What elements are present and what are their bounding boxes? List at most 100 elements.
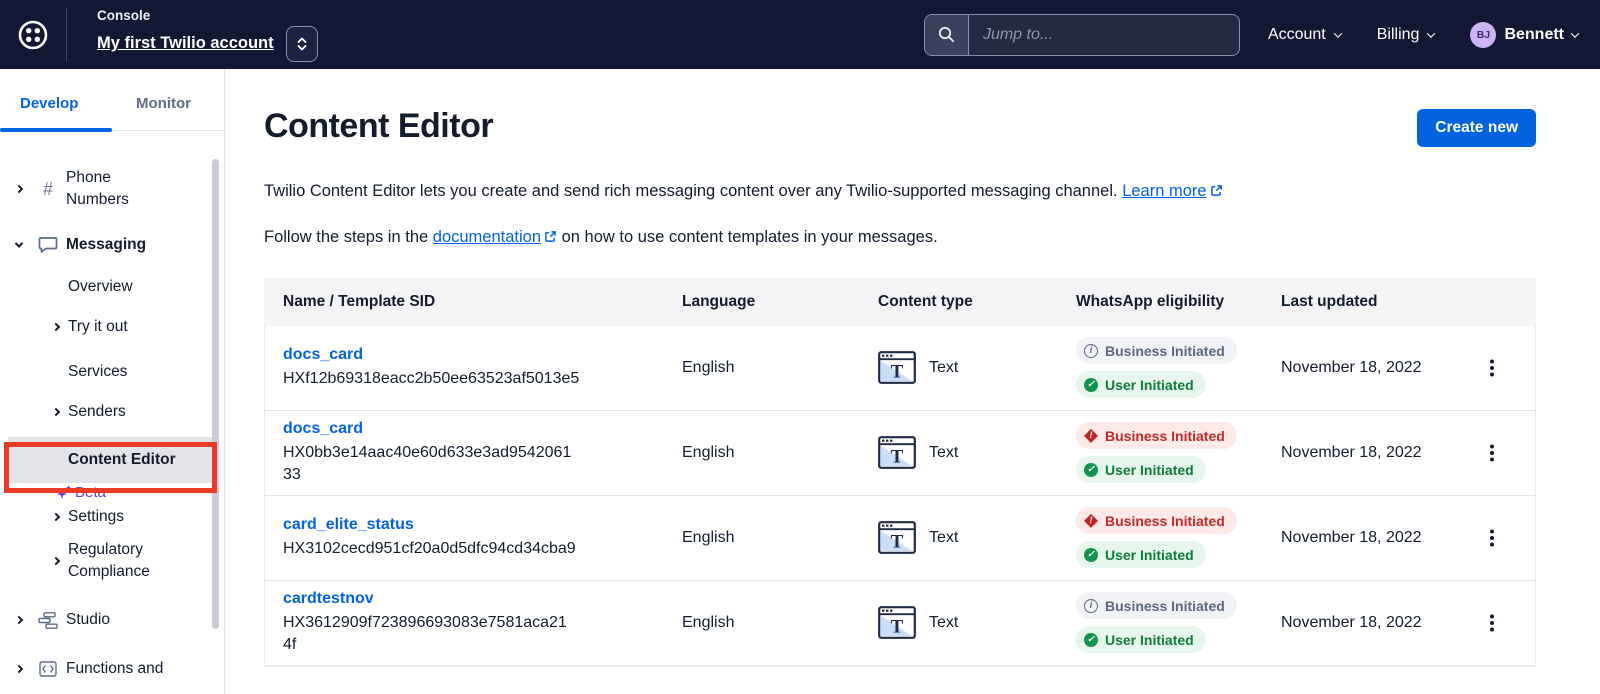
tab-monitor[interactable]: Monitor [136,89,191,130]
create-new-button[interactable]: Create new [1417,109,1536,147]
template-link[interactable]: docs_card [283,420,363,438]
table-row: docs_card HX0bb3e14aac40e60d633e3ad95420… [265,411,1535,496]
content-type-label: Text [929,529,958,547]
chevron-down-icon [1571,29,1579,37]
table-row: docs_card HXf12b69318eacc2b50ee63523af50… [265,326,1535,411]
page-title: Content Editor [264,107,493,146]
user-initiated-badge: User Initiated [1076,626,1206,653]
sidebar-item-senders[interactable]: Senders [0,400,224,424]
last-updated-cell: November 18, 2022 [1263,359,1463,377]
column-header-last-updated: Last updated [1263,293,1463,311]
chevron-right-icon [52,513,60,521]
chevron-right-icon [52,323,60,331]
chevron-right-icon [15,616,23,624]
external-link-icon[interactable] [1210,181,1223,205]
template-sid: HX0bb3e14aac40e60d633e3ad954206133 [283,442,575,486]
check-icon [1084,548,1098,562]
templates-table: Name / Template SID Language Content typ… [264,278,1536,667]
sidebar-item-regulatory-compliance[interactable]: Regulatory Compliance [0,539,224,583]
row-actions-menu-button[interactable] [1477,353,1507,383]
topbar: Console My first Twilio account Account [0,0,1600,69]
steps-paragraph: Follow the steps in the documentation on… [264,226,1536,251]
account-menu[interactable]: Account [1268,26,1341,44]
content-type-label: Text [929,359,958,377]
search-icon [925,15,969,55]
row-actions-menu-button[interactable] [1477,608,1507,638]
account-switcher-button[interactable] [286,26,318,62]
template-link[interactable]: card_elite_status [283,516,414,534]
user-initiated-badge: User Initiated [1076,456,1206,483]
sidebar-item-overview[interactable]: Overview [0,275,224,299]
sidebar-item-services[interactable]: Services [0,360,224,384]
search-input[interactable] [969,15,1239,55]
business-initiated-badge: Business Initiated [1076,507,1237,534]
info-icon [1084,599,1098,613]
beta-badge: Beta [0,481,224,503]
row-actions-menu-button[interactable] [1477,523,1507,553]
language-cell: English [664,359,860,377]
error-icon [1084,429,1098,443]
template-link[interactable]: docs_card [283,346,363,364]
hash-icon: # [30,179,66,200]
template-link[interactable]: cardtestnov [283,590,374,608]
kebab-icon [1490,366,1494,370]
account-name-link[interactable]: My first Twilio account [97,34,274,53]
main-content: Content Editor Create new Twilio Content… [225,69,1600,694]
learn-more-link[interactable]: Learn more [1122,182,1206,200]
tab-develop[interactable]: Develop [20,89,112,130]
billing-menu-label: Billing [1377,26,1420,44]
template-sid: HX3612909f723896693083e7581aca214f [283,612,575,656]
svg-text:T: T [891,532,904,553]
sidebar-item-messaging[interactable]: Messaging [0,233,224,257]
chevron-down-icon [1427,29,1435,37]
user-initiated-badge: User Initiated [1076,371,1206,398]
user-initiated-badge: User Initiated [1076,541,1206,568]
row-actions-menu-button[interactable] [1477,438,1507,468]
info-icon [1084,344,1098,358]
account-menu-label: Account [1268,26,1326,44]
business-initiated-badge: Business Initiated [1076,422,1237,449]
business-initiated-badge: Business Initiated [1076,337,1237,364]
sparkle-icon [57,485,71,499]
kebab-icon [1490,451,1494,455]
user-name-label: Bennett [1504,26,1564,44]
check-icon [1084,378,1098,392]
sidebar-scrollbar[interactable] [212,159,219,629]
text-content-type-icon: T [878,436,916,469]
external-link-icon[interactable] [544,227,557,251]
content-type-label: Text [929,444,958,462]
text-content-type-icon: T [878,606,916,639]
sidebar-item-try-it-out[interactable]: Try it out [0,315,224,339]
check-icon [1084,633,1098,647]
documentation-link[interactable]: documentation [433,228,541,246]
twilio-logo-icon[interactable] [16,18,50,52]
active-tab-indicator [0,128,112,132]
topbar-divider [66,8,67,62]
check-icon [1084,463,1098,477]
avatar: BJ [1470,22,1496,48]
column-header-name: Name / Template SID [265,293,664,311]
intro-text: Twilio Content Editor lets you create an… [264,182,1118,200]
content-type-label: Text [929,614,958,632]
sidebar-item-content-editor[interactable]: Content Editor [8,437,219,483]
last-updated-cell: November 18, 2022 [1263,444,1463,462]
error-icon [1084,514,1098,528]
steps-prefix: Follow the steps in the [264,228,428,246]
sidebar: Develop Monitor # Phone Numbers Messagin… [0,69,225,694]
svg-text:T: T [891,447,904,468]
column-header-content-type: Content type [860,293,1058,311]
sidebar-item-phone-numbers[interactable]: # Phone Numbers [0,167,224,211]
beta-label: Beta [75,484,106,501]
text-content-type-icon: T [878,521,916,554]
language-cell: English [664,614,860,632]
sidebar-item-settings[interactable]: Settings [0,505,224,529]
chevron-right-icon [15,185,23,193]
chevron-right-icon [15,665,23,673]
sidebar-item-studio[interactable]: Studio [0,607,224,633]
column-header-language: Language [664,293,860,311]
billing-menu[interactable]: Billing [1377,26,1435,44]
last-updated-cell: November 18, 2022 [1263,529,1463,547]
sidebar-item-functions[interactable]: Functions and [0,647,224,691]
user-menu[interactable]: BJ Bennett [1470,22,1578,48]
text-content-type-icon: T [878,351,916,384]
